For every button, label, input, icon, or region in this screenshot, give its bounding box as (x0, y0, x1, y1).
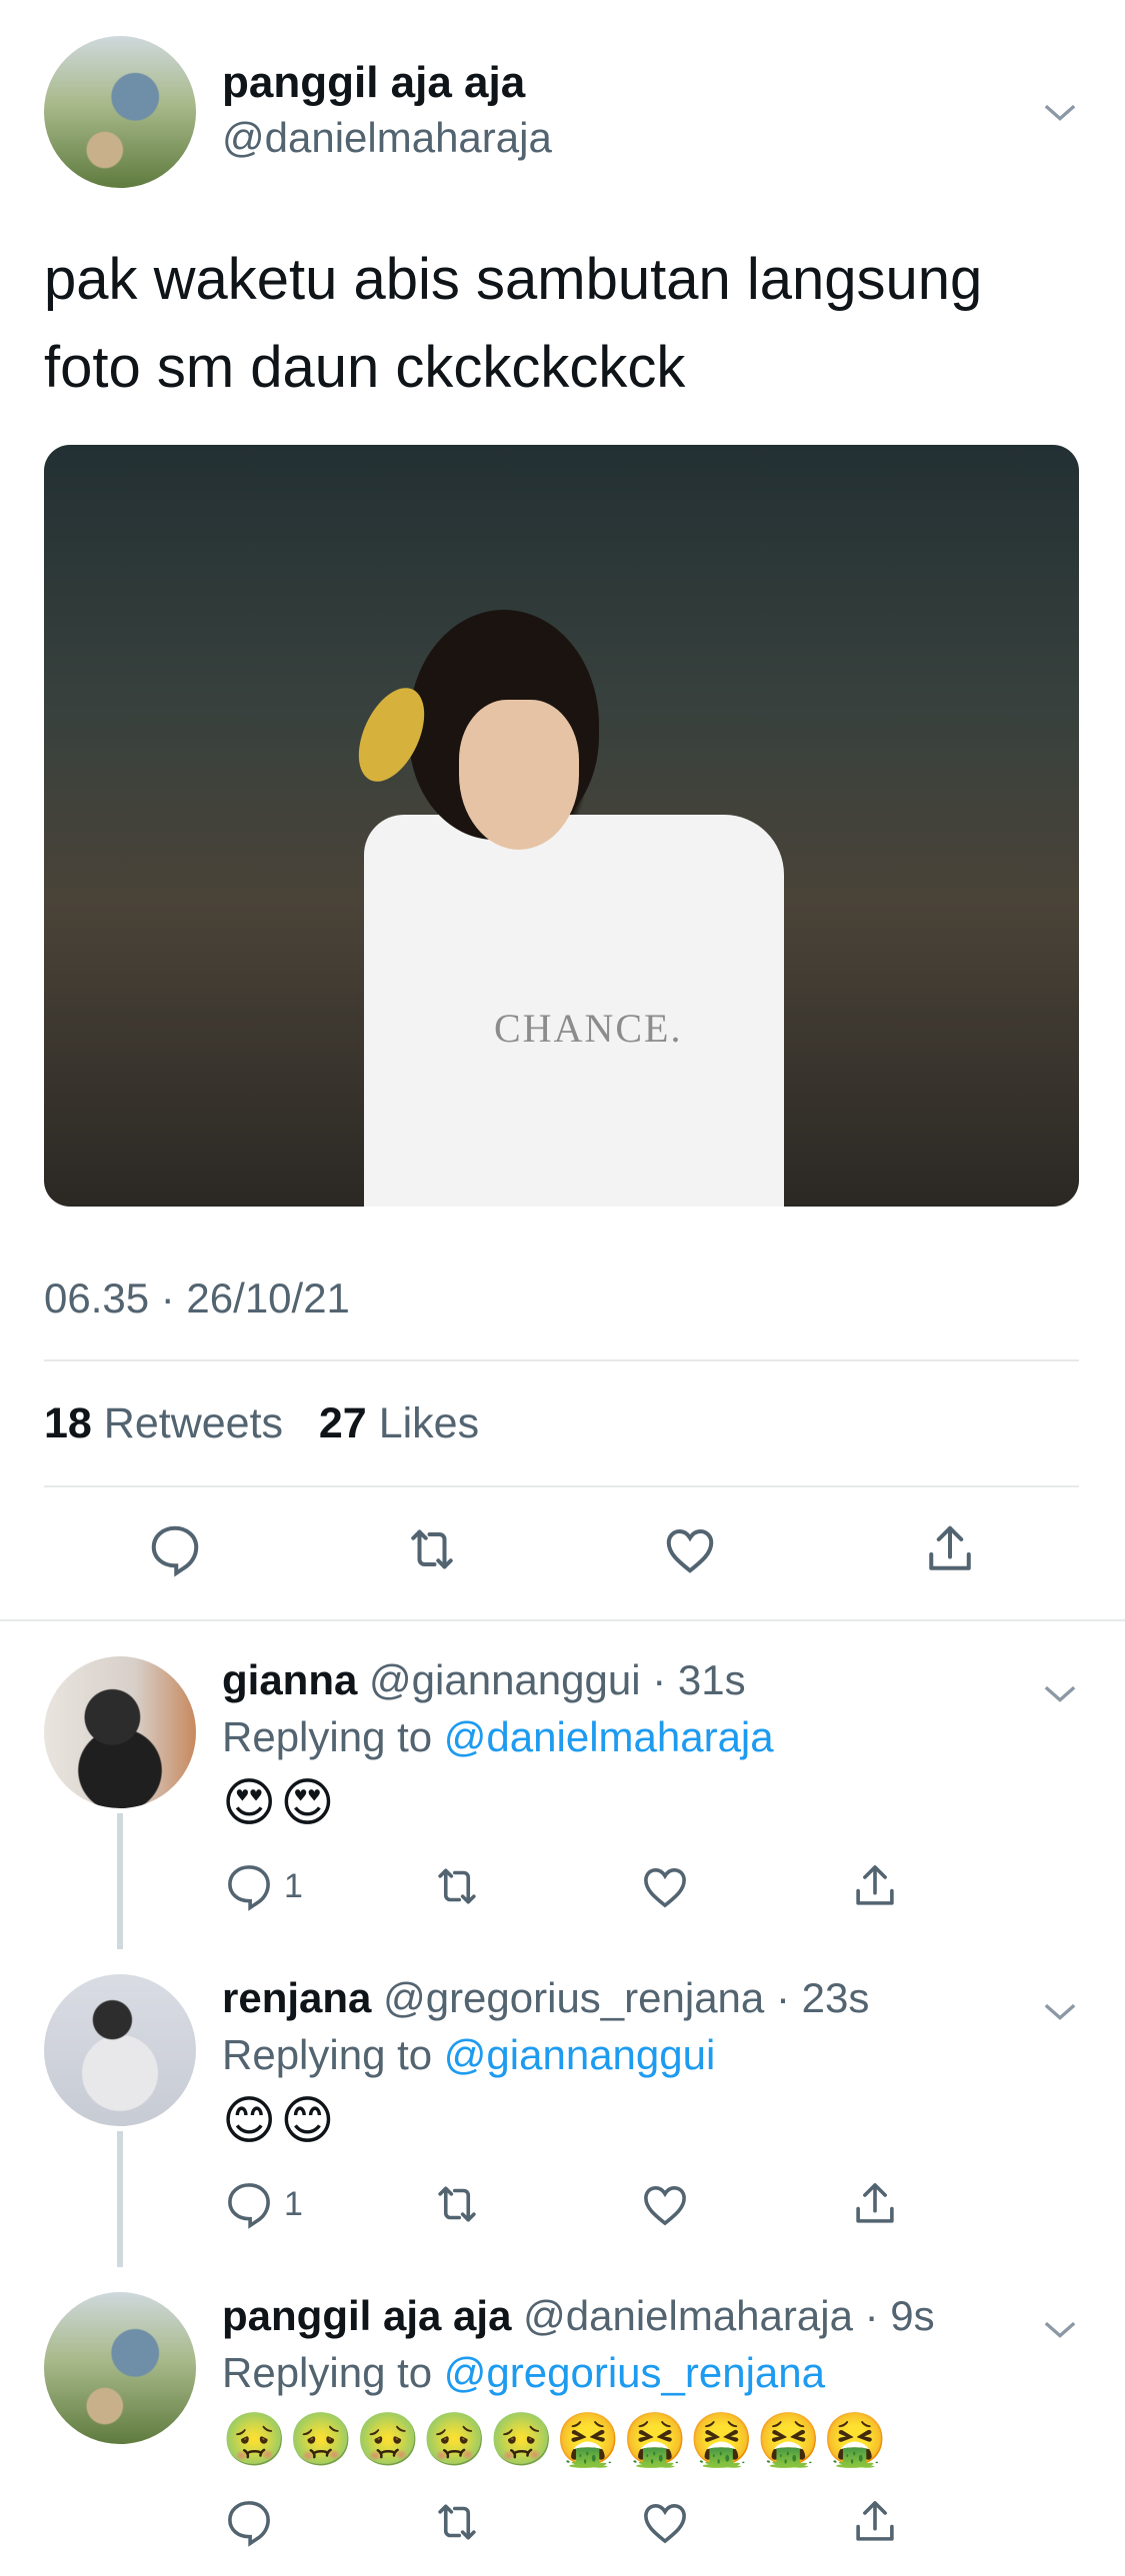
replying-prefix: Replying to (222, 1713, 444, 1760)
share-icon[interactable] (848, 1859, 902, 1913)
replying-to: Replying to @giannanggui (222, 2031, 715, 2079)
user-handle[interactable]: @danielmaharaja (222, 114, 552, 162)
divider (44, 1485, 1079, 1487)
engagement-stats: 18 Retweets 27 Likes (44, 1399, 479, 1448)
reply-tweet[interactable]: renjana @gregorius_renjana · 23s Replyin… (0, 1939, 1125, 2267)
reply-button[interactable]: 1 (222, 1859, 303, 1913)
replying-prefix: Replying to (222, 2349, 444, 2396)
retweet-icon[interactable] (430, 2495, 484, 2549)
share-icon[interactable] (848, 2177, 902, 2231)
share-icon[interactable] (920, 1519, 980, 1579)
main-action-bar (0, 1519, 1125, 1589)
photo-face (459, 700, 579, 850)
divider (44, 1359, 1079, 1361)
display-name[interactable]: panggil aja aja (222, 2292, 511, 2339)
display-name[interactable]: gianna (222, 1656, 357, 1703)
reply-emojis: 😊😊 (222, 2092, 339, 2150)
chevron-down-icon[interactable] (1040, 1673, 1080, 1713)
retweets-count: 18 (44, 1399, 92, 1447)
avatar[interactable] (44, 1974, 196, 2126)
like-icon[interactable] (638, 2495, 692, 2549)
tweet-text-line: foto sm daun ckckckckck (44, 335, 686, 400)
main-tweet: panggil aja aja @danielmaharaja pak wake… (0, 0, 1125, 1619)
avatar[interactable] (44, 2292, 196, 2444)
tweet-timestamp[interactable]: 06.35 · 26/10/21 (44, 1275, 350, 1322)
handle-time: @gregorius_renjana · 23s (383, 1974, 870, 2021)
reply-header: gianna @giannanggui · 31s (222, 1656, 746, 1704)
retweet-icon[interactable] (430, 2177, 484, 2231)
reply-tweet[interactable]: gianna @giannanggui · 31s Replying to @d… (0, 1621, 1125, 1949)
tweet-text-line: pak waketu abis sambutan langsung (44, 247, 983, 312)
replying-to: Replying to @danielmaharaja (222, 1713, 774, 1761)
retweets-label: Retweets (103, 1399, 284, 1447)
reply-button[interactable] (222, 2495, 276, 2549)
reply-emojis: 😍😍 (222, 1774, 339, 1832)
display-name[interactable]: panggil aja aja (222, 58, 525, 108)
reply-count: 1 (284, 2184, 303, 2223)
reply-tweet[interactable]: panggil aja aja @danielmaharaja · 9s Rep… (0, 2257, 1125, 2576)
likes-label: Likes (378, 1399, 480, 1447)
reply-count: 1 (284, 1866, 303, 1905)
replying-to-link[interactable]: @giannanggui (444, 2031, 716, 2078)
replying-prefix: Replying to (222, 2031, 444, 2078)
reply-header: renjana @gregorius_renjana · 23s (222, 1974, 869, 2022)
likes-count: 27 (318, 1399, 367, 1447)
retweets-stat[interactable]: 18 Retweets (44, 1399, 283, 1447)
reply-emojis: 🤢🤢🤢🤢🤢🤮🤮🤮🤮🤮 (222, 2411, 890, 2469)
likes-stat[interactable]: 27 Likes (319, 1399, 479, 1447)
chevron-down-icon[interactable] (1040, 92, 1080, 132)
like-icon[interactable] (660, 1519, 720, 1579)
avatar[interactable] (44, 1656, 196, 1808)
retweet-icon[interactable] (430, 1859, 484, 1913)
thread-line (117, 1813, 123, 1949)
reply-icon[interactable] (145, 1519, 205, 1579)
replying-to: Replying to @gregorius_renjana (222, 2349, 825, 2397)
display-name[interactable]: renjana (222, 1974, 371, 2021)
photo-shirt-logo: CHANCE. (494, 1006, 683, 1051)
reply-icon (222, 2177, 276, 2231)
chevron-down-icon[interactable] (1040, 1991, 1080, 2031)
thread-line (117, 2131, 123, 2267)
replying-to-link[interactable]: @danielmaharaja (444, 1713, 774, 1760)
share-icon[interactable] (848, 2495, 902, 2549)
like-icon[interactable] (638, 2177, 692, 2231)
tweet-photo[interactable]: CHANCE. (44, 445, 1079, 1207)
retweet-icon[interactable] (402, 1519, 462, 1579)
reply-icon (222, 1859, 276, 1913)
tweet-text: pak waketu abis sambutan langsung foto s… (44, 236, 1084, 412)
chevron-down-icon[interactable] (1040, 2309, 1080, 2349)
handle-time: @giannanggui · 31s (369, 1656, 746, 1703)
reply-button[interactable]: 1 (222, 2177, 303, 2231)
replying-to-link[interactable]: @gregorius_renjana (444, 2349, 825, 2396)
reply-icon (222, 2495, 276, 2549)
reply-header: panggil aja aja @danielmaharaja · 9s (222, 2292, 935, 2340)
avatar[interactable] (44, 36, 196, 188)
handle-time: @danielmaharaja · 9s (523, 2292, 935, 2339)
like-icon[interactable] (638, 1859, 692, 1913)
